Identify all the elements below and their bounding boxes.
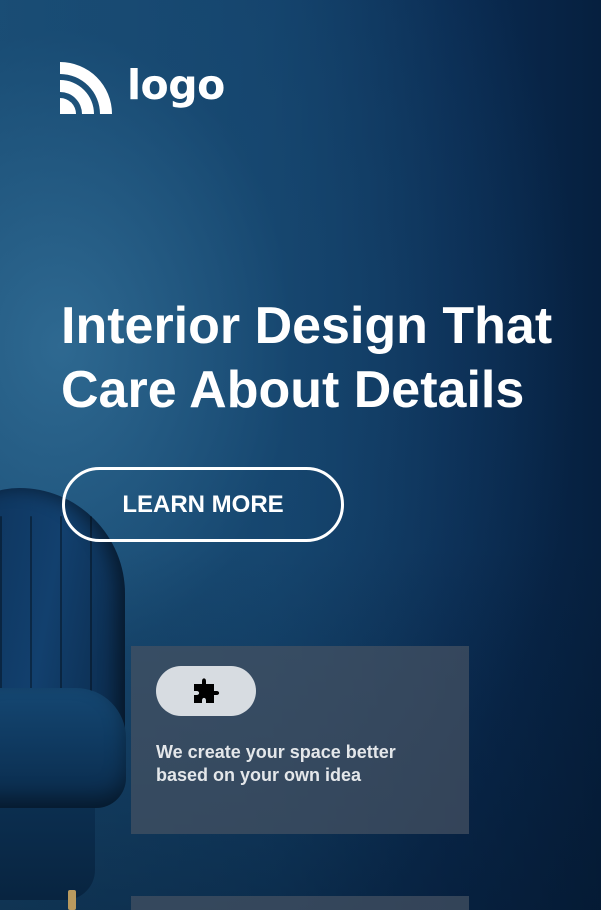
hero-headline-line1: Interior Design That — [61, 297, 553, 355]
hero-headline-line2: Care About Details — [61, 361, 525, 419]
feature-icon-pill — [156, 666, 256, 716]
learn-more-button[interactable]: LEARN MORE — [62, 467, 344, 542]
hero-headline: Interior Design That Care About Details — [61, 294, 601, 422]
logo-arcs-icon — [60, 62, 112, 114]
armchair-leg — [68, 890, 76, 910]
armchair-seat — [0, 688, 126, 808]
feature-description: We create your space better based on you… — [156, 742, 396, 785]
logo-link[interactable]: logo — [60, 62, 225, 114]
logo-text: logo — [127, 60, 225, 109]
next-feature-card — [131, 896, 469, 910]
puzzle-piece-icon — [194, 678, 220, 703]
feature-card: We create your space better based on you… — [131, 646, 469, 834]
